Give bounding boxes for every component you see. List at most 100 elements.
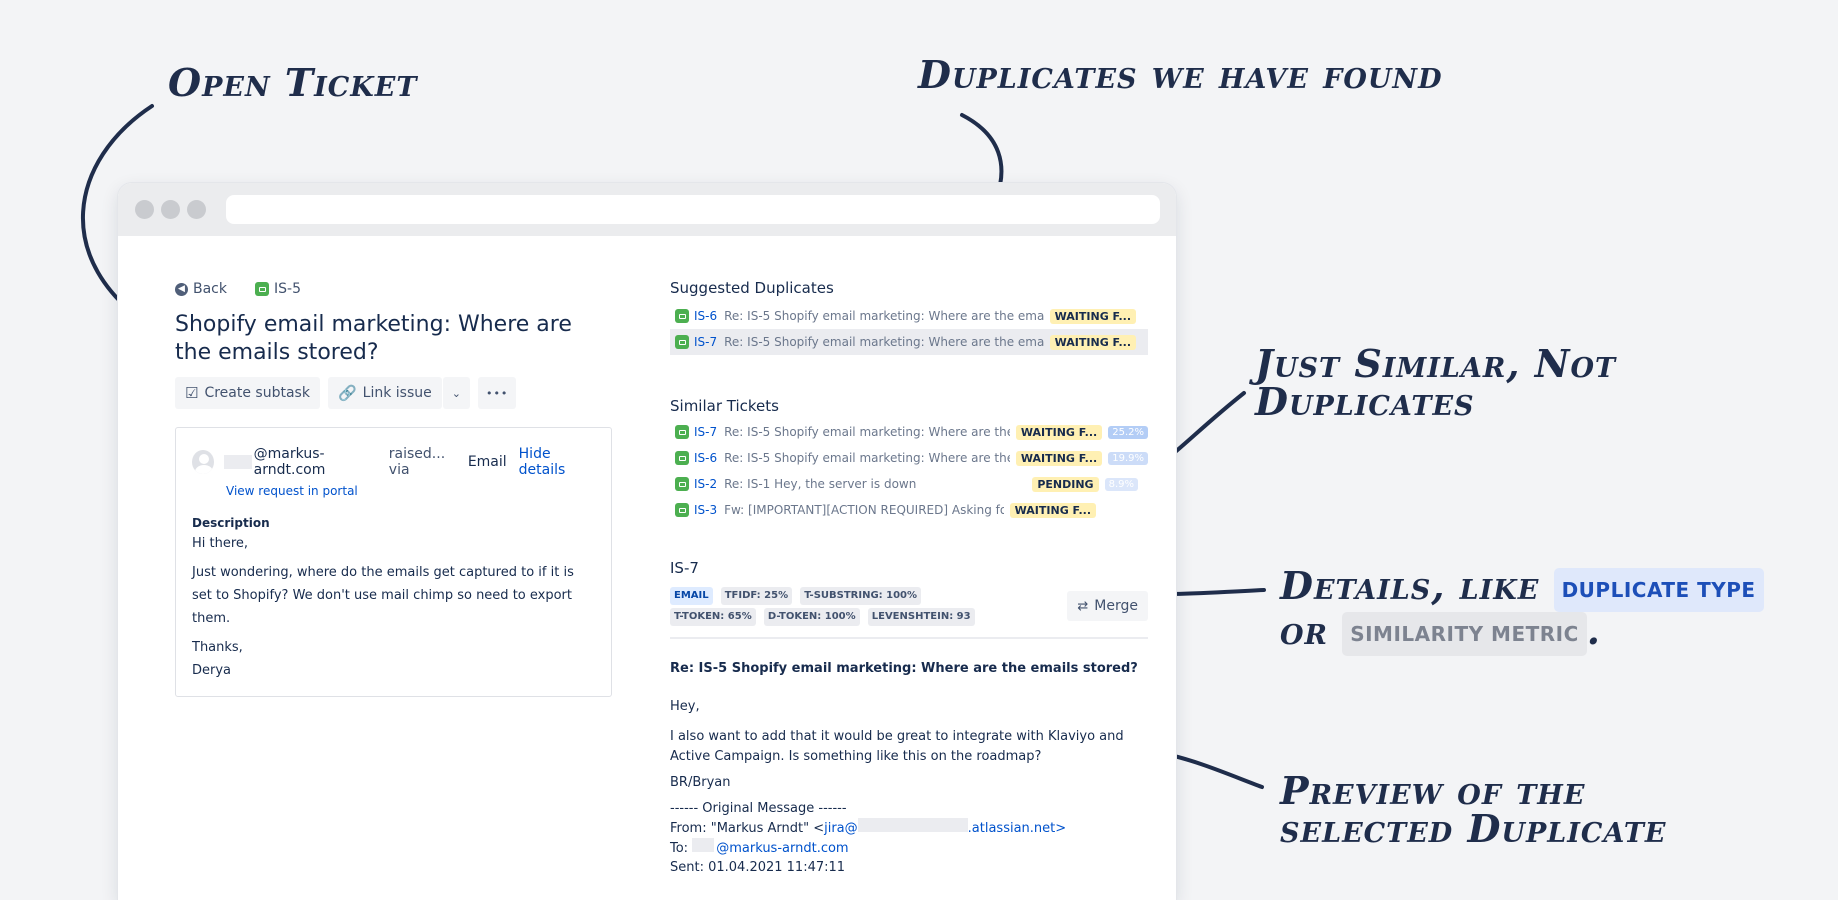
issue-type-icon (675, 425, 689, 439)
list-item[interactable]: IS-6 Re: IS-5 Shopify email marketing: W… (670, 303, 1136, 329)
arrow-details (1166, 588, 1266, 596)
issue-key[interactable]: IS-2 (694, 477, 717, 491)
raised-text: raised... via (388, 446, 446, 478)
issue-summary: Fw: [IMPORTANT][ACTION REQUIRED] Asking … (724, 503, 1004, 517)
redacted-domain (857, 818, 968, 832)
sent-line: Sent: 01.04.2021 11:47:11 (670, 860, 846, 875)
similarity-score: 8.9% (1104, 477, 1138, 491)
status-badge: WAITING F... (1049, 308, 1136, 324)
similarity-score: 19.9% (1108, 451, 1148, 465)
duplicate-detail: IS-7 EMAIL TFIDF: 25% T-SUBSTRING: 100% … (670, 559, 1148, 877)
to-line: To: @markus-arndt.com (670, 838, 1148, 858)
description-line: Hi there, (192, 536, 249, 551)
annotation-details-prefix: Details, like (1280, 563, 1540, 608)
similar-heading: Similar Tickets (670, 397, 779, 415)
annotation-similar-line2: Duplicates (1255, 379, 1475, 424)
from-line: From: "Markus Arndt" <jira@ .atlassian.ne… (670, 818, 1148, 838)
annotation-open-ticket: Open Ticket (168, 60, 418, 105)
back-arrow-icon: ◀ (175, 282, 188, 296)
list-item[interactable]: IS-6 Re: IS-5 Shopify email marketing: W… (670, 445, 1148, 471)
preview-subject: Re: IS-5 Shopify email marketing: Where … (670, 661, 1138, 676)
annotation-preview-line2: selected Duplicate (1280, 806, 1667, 851)
subtask-icon: ☑ (185, 384, 199, 402)
browser-chrome (118, 183, 1176, 236)
window-close-dot[interactable] (135, 200, 154, 219)
to-email-link[interactable]: @markus-arndt.com (716, 841, 848, 856)
annotation-preview: Preview of the selected Duplicate (1280, 772, 1667, 848)
status-badge: WAITING F... (1015, 450, 1103, 466)
annotation-duplicates-found: Duplicates we have found (918, 52, 1443, 97)
avatar (192, 450, 215, 474)
issue-type-icon (255, 282, 269, 296)
browser-window: ◀ Back IS-5 Shopify email marketing: Whe… (118, 183, 1176, 900)
create-subtask-button[interactable]: ☑ Create subtask (175, 377, 320, 409)
merge-label: Merge (1094, 598, 1138, 614)
issue-type-icon (675, 309, 689, 323)
issue-key[interactable]: IS-3 (694, 503, 717, 517)
divider (670, 637, 1148, 639)
suggested-list: IS-6 Re: IS-5 Shopify email marketing: W… (670, 303, 1148, 355)
issue-summary: Re: IS-1 Hey, the server is down (724, 477, 917, 491)
link-icon: 🔗 (337, 384, 357, 402)
original-message-header: ------ Original Message ------ (670, 801, 847, 816)
preview-signoff: BR/Bryan (670, 775, 731, 790)
status-badge: WAITING F... (1009, 502, 1096, 518)
more-icon: ••• (485, 386, 509, 400)
request-details-card: @markus-arndt.com raised... via Email Hi… (175, 427, 612, 697)
duplicates-panel: Suggested Duplicates IS-6 Re: IS-5 Shopi… (670, 233, 1148, 877)
more-actions-button[interactable]: ••• (477, 377, 517, 409)
back-link[interactable]: Back (193, 281, 227, 297)
redacted-name (692, 838, 715, 852)
annotation-details-or: or (1280, 607, 1328, 653)
status-badge: PENDING (1032, 476, 1099, 492)
requester-email: @markus-arndt.com (253, 446, 326, 478)
issue-key[interactable]: IS-7 (694, 335, 717, 349)
issue-type-icon (675, 451, 689, 465)
list-item[interactable]: IS-3 Fw: [IMPORTANT][ACTION REQUIRED] As… (670, 497, 1148, 523)
metric-tags: EMAIL TFIDF: 25% T-SUBSTRING: 100% T-TOK… (670, 585, 1010, 627)
window-minimize-dot[interactable] (161, 200, 180, 219)
issue-key[interactable]: IS-6 (694, 309, 717, 323)
from-label: From: "Markus Arndt" < (670, 821, 825, 836)
annotation-similar: Just Similar, Not Duplicates (1255, 345, 1616, 421)
hide-details-link[interactable]: Hide details (519, 446, 595, 478)
issue-key[interactable]: IS-7 (694, 425, 717, 439)
channel: Email (467, 454, 507, 470)
link-issue-dropdown[interactable]: ⌄ (442, 377, 470, 409)
issue-actions: ☑ Create subtask 🔗 Link issue ⌄ ••• (175, 377, 613, 409)
issue-type-icon (675, 477, 689, 491)
metric-tag: D-TOKEN: 100% (763, 608, 860, 626)
breadcrumb: ◀ Back IS-5 (175, 275, 613, 303)
link-issue-label: Link issue (362, 385, 432, 401)
duplicate-preview: Re: IS-5 Shopify email marketing: Where … (670, 659, 1148, 877)
merge-button[interactable]: ⇄ Merge (1067, 591, 1148, 621)
description-line: Thanks, (192, 640, 243, 655)
page-title: Shopify email marketing: Where are the e… (175, 312, 572, 365)
view-portal-link[interactable]: View request in portal (226, 484, 595, 498)
chevron-down-icon: ⌄ (451, 386, 461, 400)
merge-icon: ⇄ (1077, 598, 1089, 614)
arrow-preview (1168, 753, 1264, 789)
redacted-name (224, 455, 252, 469)
description-line: Derya (192, 663, 232, 678)
from-email-domain[interactable]: .atlassian.net> (968, 821, 1067, 836)
from-email-link[interactable]: jira@ (824, 821, 858, 836)
open-ticket-panel: ◀ Back IS-5 Shopify email marketing: Whe… (175, 233, 613, 697)
description: Hi there, Just wondering, where do the e… (192, 532, 595, 682)
address-bar[interactable] (226, 195, 1160, 224)
issue-key[interactable]: IS-6 (694, 451, 717, 465)
list-item[interactable]: IS-2 Re: IS-1 Hey, the server is down PE… (670, 471, 1148, 497)
suggested-heading: Suggested Duplicates (670, 279, 834, 297)
issue-key[interactable]: IS-5 (274, 281, 301, 297)
window-maximize-dot[interactable] (187, 200, 206, 219)
list-item[interactable]: IS-7 Re: IS-5 Shopify email marketing: W… (670, 419, 1148, 445)
status-badge: WAITING F... (1015, 424, 1103, 440)
arrow-similar (1166, 391, 1246, 460)
link-issue-button[interactable]: 🔗 Link issue (327, 377, 442, 409)
metric-tag: T-TOKEN: 65% (670, 608, 756, 626)
to-label: To: (670, 841, 689, 856)
list-item-selected[interactable]: IS-7 Re: IS-5 Shopify email marketing: W… (670, 329, 1148, 355)
annotation-preview-line1: Preview of the (1280, 768, 1586, 813)
preview-body: I also want to add that it would be grea… (670, 729, 1124, 764)
similar-list: IS-7 Re: IS-5 Shopify email marketing: W… (670, 419, 1148, 523)
